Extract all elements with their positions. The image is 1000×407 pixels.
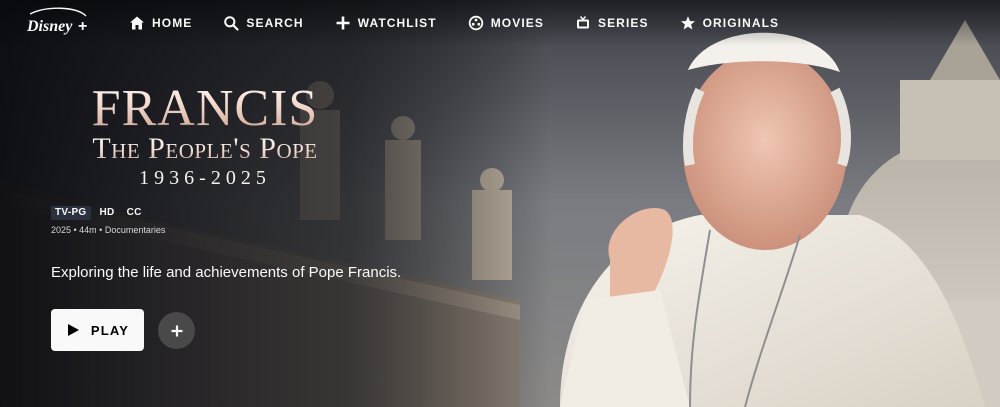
play-button-label: PLAY [90, 322, 130, 338]
title-subtitle: The People's Pope [40, 132, 370, 166]
nav-item-label: WATCHLIST [357, 16, 437, 30]
content-badges: TV-PG HD CC [51, 206, 151, 220]
rating-badge: TV-PG [51, 206, 91, 220]
cc-badge: CC [126, 207, 142, 218]
svg-text:Disney: Disney [26, 18, 73, 35]
title-logo: FRANCIS The People's Pope 1936-2025 [40, 83, 370, 190]
nav-item-label: SERIES [597, 16, 649, 30]
nav-item-series[interactable]: SERIES [575, 14, 649, 32]
nav-item-watchlist[interactable]: WATCHLIST [335, 14, 437, 32]
plus-icon [335, 15, 351, 31]
main-nav: HOME SEARCH WATCHLIST MOVIES SERIES ORIG… [129, 14, 810, 32]
title-main: FRANCIS [40, 83, 370, 135]
play-icon [66, 323, 80, 337]
search-icon [223, 15, 240, 31]
nav-item-home[interactable]: HOME [129, 14, 192, 32]
add-to-watchlist-button[interactable] [158, 312, 195, 349]
disney-plus-logo[interactable]: Disney + [24, 4, 92, 40]
content-metadata: 2025 • 44m • Documentaries [51, 225, 166, 235]
tv-icon [575, 15, 591, 31]
title-years: 1936-2025 [139, 167, 271, 189]
nav-item-search[interactable]: SEARCH [223, 14, 303, 32]
nav-item-label: ORIGINALS [702, 16, 780, 30]
nav-item-movies[interactable]: MOVIES [468, 14, 544, 32]
nav-item-label: SEARCH [246, 16, 304, 30]
home-icon [129, 15, 145, 31]
nav-item-label: MOVIES [490, 16, 544, 30]
content-description: Exploring the life and achievements of P… [51, 264, 402, 281]
hero-banner: Disney + HOME SEARCH WATCHLIST MOVIES SE… [0, 0, 1000, 407]
play-button[interactable]: PLAY [51, 309, 144, 351]
nav-item-originals[interactable]: ORIGINALS [680, 14, 780, 32]
plus-icon [170, 324, 184, 338]
hd-badge: HD [99, 207, 115, 218]
hero-background-image [0, 0, 1000, 407]
top-navigation: Disney + HOME SEARCH WATCHLIST MOVIES SE… [0, 0, 1000, 46]
svg-text:+: + [78, 18, 87, 35]
film-reel-icon [468, 15, 484, 31]
star-icon [680, 15, 696, 31]
nav-item-label: HOME [152, 16, 193, 30]
